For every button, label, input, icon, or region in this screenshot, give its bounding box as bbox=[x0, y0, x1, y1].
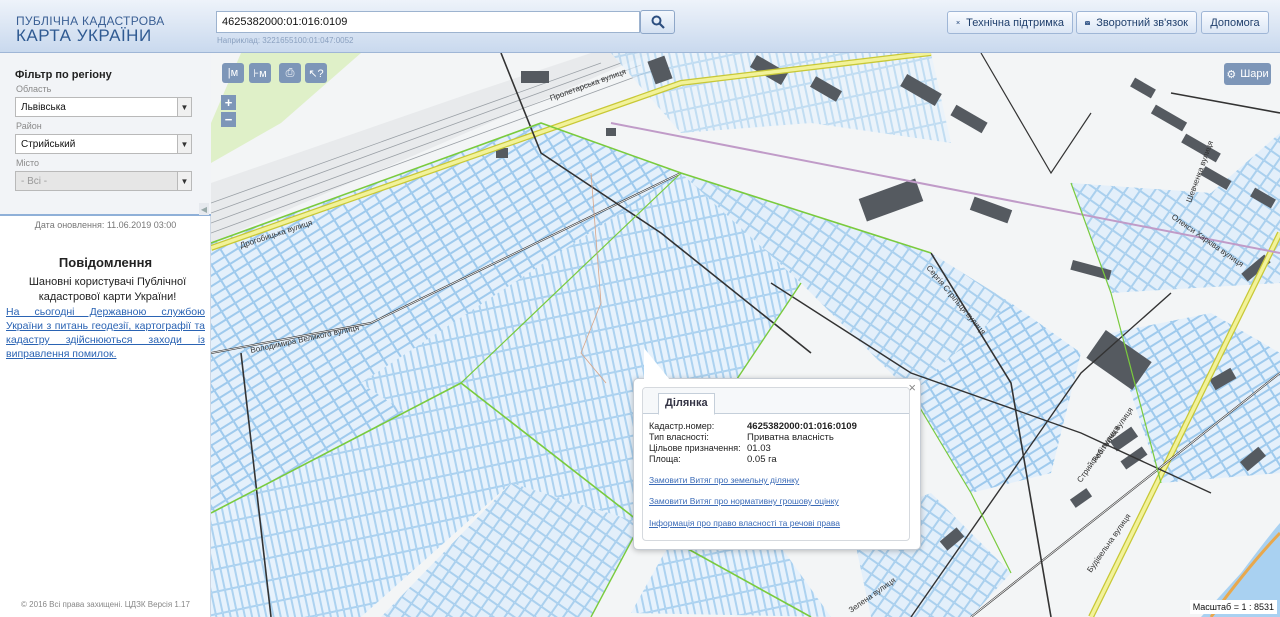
envelope-icon bbox=[1085, 20, 1091, 25]
order-valuation-link[interactable]: Замовити Витяг про нормативну грошову оц… bbox=[649, 496, 839, 506]
sidebar: Фільтр по регіону Область Львівська ▼ Ра… bbox=[0, 53, 211, 617]
raion-select[interactable]: Стрийський ▼ bbox=[15, 134, 192, 154]
collapse-sidebar-icon[interactable]: ◀ bbox=[199, 203, 209, 215]
feedback-label: Зворотний зв'язок bbox=[1096, 16, 1188, 29]
city-value: - Всі - bbox=[21, 176, 48, 187]
info-row: Кадастр.номер: 4625382000:01:016:0109 bbox=[649, 421, 857, 432]
layers-label: Шари bbox=[1240, 68, 1269, 80]
popup-tabbar: Ділянка bbox=[643, 388, 909, 415]
help-button[interactable]: Допомога bbox=[1201, 11, 1269, 34]
chevron-down-icon: ▼ bbox=[177, 135, 191, 153]
ownership-info-link[interactable]: Інформація про право власності та речові… bbox=[649, 518, 840, 528]
cadastral-search-input[interactable] bbox=[216, 11, 640, 33]
popup-content: Ділянка Кадастр.номер: 4625382000:01:016:… bbox=[642, 387, 910, 541]
measure-distance-button[interactable]: |м bbox=[222, 63, 244, 83]
logo-line-2[interactable]: КАРТА УКРАЇНИ bbox=[16, 26, 152, 46]
search-icon bbox=[651, 15, 665, 29]
update-date: Дата оновлення: 11.06.2019 03:00 bbox=[34, 220, 177, 230]
zoom-out-button[interactable]: − bbox=[221, 112, 236, 127]
oblast-label: Область bbox=[16, 84, 52, 94]
info-row: Площа: 0.05 га bbox=[649, 454, 777, 465]
print-button[interactable]: ⎙ bbox=[279, 63, 301, 83]
info-value: Приватна власність bbox=[747, 432, 834, 443]
tab-parcel[interactable]: Ділянка bbox=[658, 393, 715, 415]
info-key: Цільове призначення: bbox=[649, 443, 741, 453]
oblast-value: Львівська bbox=[21, 102, 66, 113]
info-key: Площа: bbox=[649, 454, 681, 464]
map-scale: Масштаб = 1 : 8531 bbox=[1189, 600, 1277, 614]
info-row: Тип власності: Приватна власність bbox=[649, 432, 834, 443]
region-filter-panel: Фільтр по регіону Область Львівська ▼ Ра… bbox=[0, 53, 211, 216]
notice-text: Шановні користувачі Публічної кадастрово… bbox=[28, 276, 187, 303]
raion-label: Район bbox=[16, 121, 42, 131]
notice-title: Повідомлення bbox=[58, 255, 153, 270]
info-key: Тип власності: bbox=[649, 432, 709, 442]
help-label: Допомога bbox=[1210, 16, 1260, 29]
support-label: Технічна підтримка bbox=[966, 16, 1064, 29]
oblast-select[interactable]: Львівська ▼ bbox=[15, 97, 192, 117]
zoom-in-button[interactable]: + bbox=[221, 95, 236, 110]
copyright: © 2016 Всі права захищені. ЦДЗК Версія 1… bbox=[21, 600, 190, 609]
notice-link[interactable]: На сьогодні Державною службою України з … bbox=[6, 305, 205, 361]
chevron-down-icon: ▼ bbox=[177, 172, 191, 190]
filter-title: Фільтр по регіону bbox=[15, 69, 112, 81]
identify-button[interactable]: ↖? bbox=[305, 63, 327, 83]
map-view[interactable]: Пролетарська вулиця Дрогобицька вулиця В… bbox=[211, 53, 1280, 617]
parcel-info-popup: × Ділянка Кадастр.номер: 4625382000:01:01… bbox=[633, 348, 921, 550]
measure-area-button[interactable]: ⊦м bbox=[249, 63, 271, 83]
info-value: 0.05 га bbox=[747, 454, 777, 465]
tools-icon bbox=[956, 20, 960, 25]
printer-icon: ⎙ bbox=[285, 66, 295, 79]
plus-icon: + bbox=[224, 95, 233, 110]
minus-icon: − bbox=[224, 112, 233, 127]
app-root: ПУБЛІЧНА КАДАСТРОВА КАРТА УКРАЇНИ Наприк… bbox=[0, 0, 1280, 617]
info-value: 4625382000:01:016:0109 bbox=[747, 421, 857, 432]
chevron-down-icon: ▼ bbox=[177, 98, 191, 116]
gear-icon: ⚙ bbox=[1226, 68, 1237, 81]
search-button[interactable] bbox=[640, 10, 675, 34]
area-ruler-icon: ⊦м bbox=[253, 67, 267, 80]
ruler-icon: |м bbox=[227, 67, 239, 79]
popup-pointer bbox=[644, 348, 670, 380]
layers-button[interactable]: ⚙ Шари bbox=[1224, 63, 1271, 85]
support-button[interactable]: Технічна підтримка bbox=[947, 11, 1073, 34]
info-key: Кадастр.номер: bbox=[649, 421, 715, 431]
search-hint: Наприклад: 3221655100:01:047:0052 bbox=[217, 36, 354, 45]
raion-value: Стрийський bbox=[21, 139, 76, 150]
city-label: Місто bbox=[16, 158, 40, 168]
city-select[interactable]: - Всі - ▼ bbox=[15, 171, 192, 191]
info-value: 01.03 bbox=[747, 443, 771, 454]
cursor-question-icon: ↖? bbox=[308, 67, 324, 80]
info-row: Цільове призначення: 01.03 bbox=[649, 443, 771, 454]
feedback-button[interactable]: Зворотний зв'язок bbox=[1076, 11, 1197, 34]
order-extract-link[interactable]: Замовити Витяг про земельну ділянку bbox=[649, 475, 799, 485]
header: ПУБЛІЧНА КАДАСТРОВА КАРТА УКРАЇНИ Наприк… bbox=[0, 0, 1280, 53]
